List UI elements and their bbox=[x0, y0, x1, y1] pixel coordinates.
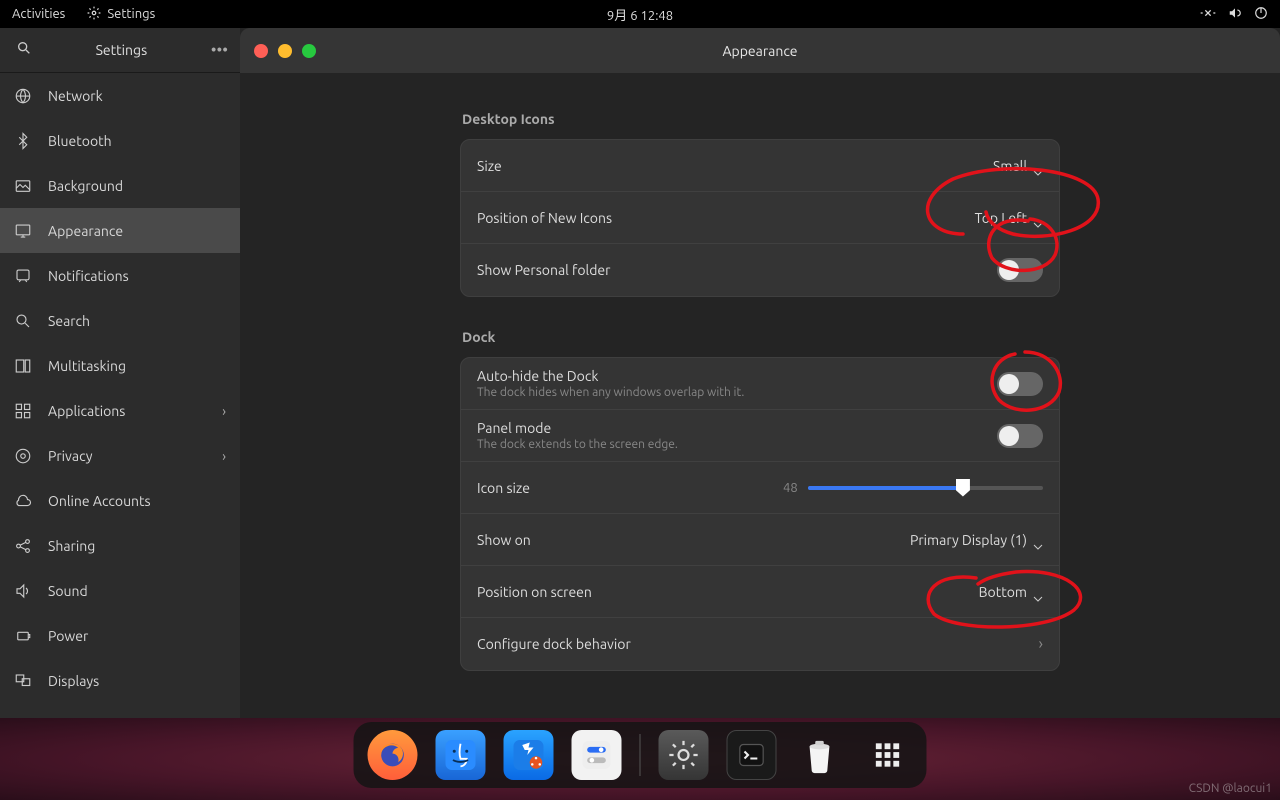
multitasking-icon bbox=[14, 357, 32, 375]
sidebar-item-power[interactable]: Power bbox=[0, 613, 240, 658]
desktop-dock-area: CSDN @laocui1 bbox=[0, 718, 1280, 800]
chevron-down-icon bbox=[1033, 589, 1043, 595]
icon-size-slider[interactable]: 48 bbox=[783, 481, 1043, 495]
sidebar-item-online-accounts[interactable]: Online Accounts bbox=[0, 478, 240, 523]
window-close-button[interactable] bbox=[254, 44, 268, 58]
dock-terminal-icon[interactable] bbox=[727, 730, 777, 780]
row-position-on-screen[interactable]: Position on screen Bottom bbox=[461, 566, 1059, 618]
row-show-on[interactable]: Show on Primary Display (1) bbox=[461, 514, 1059, 566]
applications-icon bbox=[14, 402, 32, 420]
dock-show-apps-icon[interactable] bbox=[863, 730, 913, 780]
network-icon bbox=[14, 87, 32, 105]
chevron-down-icon bbox=[1033, 163, 1043, 169]
power-indicator-icon[interactable] bbox=[1254, 6, 1268, 23]
sidebar-item-network[interactable]: Network bbox=[0, 73, 240, 118]
row-position-new-icons[interactable]: Position of New Icons Top Left bbox=[461, 192, 1059, 244]
sidebar-item-sound[interactable]: Sound bbox=[0, 568, 240, 613]
power-icon bbox=[14, 627, 32, 645]
show-personal-folder-toggle[interactable] bbox=[997, 258, 1043, 282]
position-on-screen-dropdown[interactable]: Bottom bbox=[979, 584, 1043, 600]
chevron-right-icon: › bbox=[222, 448, 226, 464]
chevron-right-icon: › bbox=[1039, 635, 1044, 653]
activities-button[interactable]: Activities bbox=[12, 7, 65, 21]
sidebar-item-displays[interactable]: Displays bbox=[0, 658, 240, 703]
window-minimize-button[interactable] bbox=[278, 44, 292, 58]
size-dropdown[interactable]: Small bbox=[993, 158, 1043, 174]
hamburger-icon[interactable]: ••• bbox=[211, 41, 228, 59]
show-on-dropdown[interactable]: Primary Display (1) bbox=[910, 532, 1043, 548]
sidebar-item-applications[interactable]: Applications › bbox=[0, 388, 240, 433]
displays-icon bbox=[14, 672, 32, 690]
search-icon[interactable] bbox=[16, 40, 32, 60]
sharing-icon bbox=[14, 537, 32, 555]
privacy-icon bbox=[14, 447, 32, 465]
background-icon bbox=[14, 177, 32, 195]
settings-content: Appearance Desktop Icons Size Small Posi… bbox=[240, 28, 1280, 718]
section-heading-desktop-icons: Desktop Icons bbox=[462, 111, 1060, 127]
sidebar-item-notifications[interactable]: Notifications bbox=[0, 253, 240, 298]
sidebar-title: Settings bbox=[32, 42, 211, 58]
cloud-icon bbox=[14, 492, 32, 510]
sidebar-item-appearance[interactable]: Appearance bbox=[0, 208, 240, 253]
panel-mode-toggle[interactable] bbox=[997, 424, 1043, 448]
row-panel-mode: Panel mode The dock extends to the scree… bbox=[461, 410, 1059, 462]
section-heading-dock: Dock bbox=[462, 329, 1060, 345]
sidebar-header: Settings ••• bbox=[0, 28, 240, 73]
settings-sidebar: Settings ••• Network Bluetooth Backgroun… bbox=[0, 28, 240, 718]
sidebar-item-bluetooth[interactable]: Bluetooth bbox=[0, 118, 240, 163]
dock-settings-icon[interactable] bbox=[659, 730, 709, 780]
dock-panel: Auto-hide the Dock The dock hides when a… bbox=[460, 357, 1060, 671]
notifications-icon bbox=[14, 267, 32, 285]
dock-separator bbox=[640, 734, 641, 776]
position-new-icons-dropdown[interactable]: Top Left bbox=[975, 210, 1043, 226]
dock bbox=[354, 722, 927, 788]
dock-trash-icon[interactable] bbox=[795, 730, 845, 780]
dock-control-center-icon[interactable] bbox=[572, 730, 622, 780]
network-indicator-icon[interactable] bbox=[1200, 7, 1216, 22]
dock-firefox-icon[interactable] bbox=[368, 730, 418, 780]
gear-icon bbox=[87, 6, 101, 23]
row-configure-dock-behavior[interactable]: Configure dock behavior › bbox=[461, 618, 1059, 670]
watermark: CSDN @laocui1 bbox=[1189, 782, 1272, 795]
content-header: Appearance bbox=[240, 28, 1280, 73]
chevron-down-icon bbox=[1033, 215, 1043, 221]
chevron-right-icon: › bbox=[222, 403, 226, 419]
chevron-down-icon bbox=[1033, 537, 1043, 543]
sound-icon bbox=[14, 582, 32, 600]
row-size[interactable]: Size Small bbox=[461, 140, 1059, 192]
volume-indicator-icon[interactable] bbox=[1228, 6, 1242, 23]
gnome-topbar: Activities Settings 9月 6 12:48 bbox=[0, 0, 1280, 28]
clock[interactable]: 9月 6 12:48 bbox=[607, 5, 673, 24]
appearance-icon bbox=[14, 222, 32, 240]
sidebar-item-privacy[interactable]: Privacy › bbox=[0, 433, 240, 478]
current-app-indicator[interactable]: Settings bbox=[87, 6, 155, 23]
row-autohide-dock: Auto-hide the Dock The dock hides when a… bbox=[461, 358, 1059, 410]
sidebar-item-background[interactable]: Background bbox=[0, 163, 240, 208]
bluetooth-icon bbox=[14, 132, 32, 150]
page-title: Appearance bbox=[722, 43, 797, 59]
row-icon-size: Icon size 48 bbox=[461, 462, 1059, 514]
autohide-dock-toggle[interactable] bbox=[997, 372, 1043, 396]
sidebar-item-sharing[interactable]: Sharing bbox=[0, 523, 240, 568]
sidebar-item-multitasking[interactable]: Multitasking bbox=[0, 343, 240, 388]
window-maximize-button[interactable] bbox=[302, 44, 316, 58]
dock-software-icon[interactable] bbox=[504, 730, 554, 780]
sidebar-item-search[interactable]: Search bbox=[0, 298, 240, 343]
desktop-icons-panel: Size Small Position of New Icons Top Lef… bbox=[460, 139, 1060, 297]
search-icon bbox=[14, 312, 32, 330]
dock-finder-icon[interactable] bbox=[436, 730, 486, 780]
row-show-personal-folder: Show Personal folder bbox=[461, 244, 1059, 296]
